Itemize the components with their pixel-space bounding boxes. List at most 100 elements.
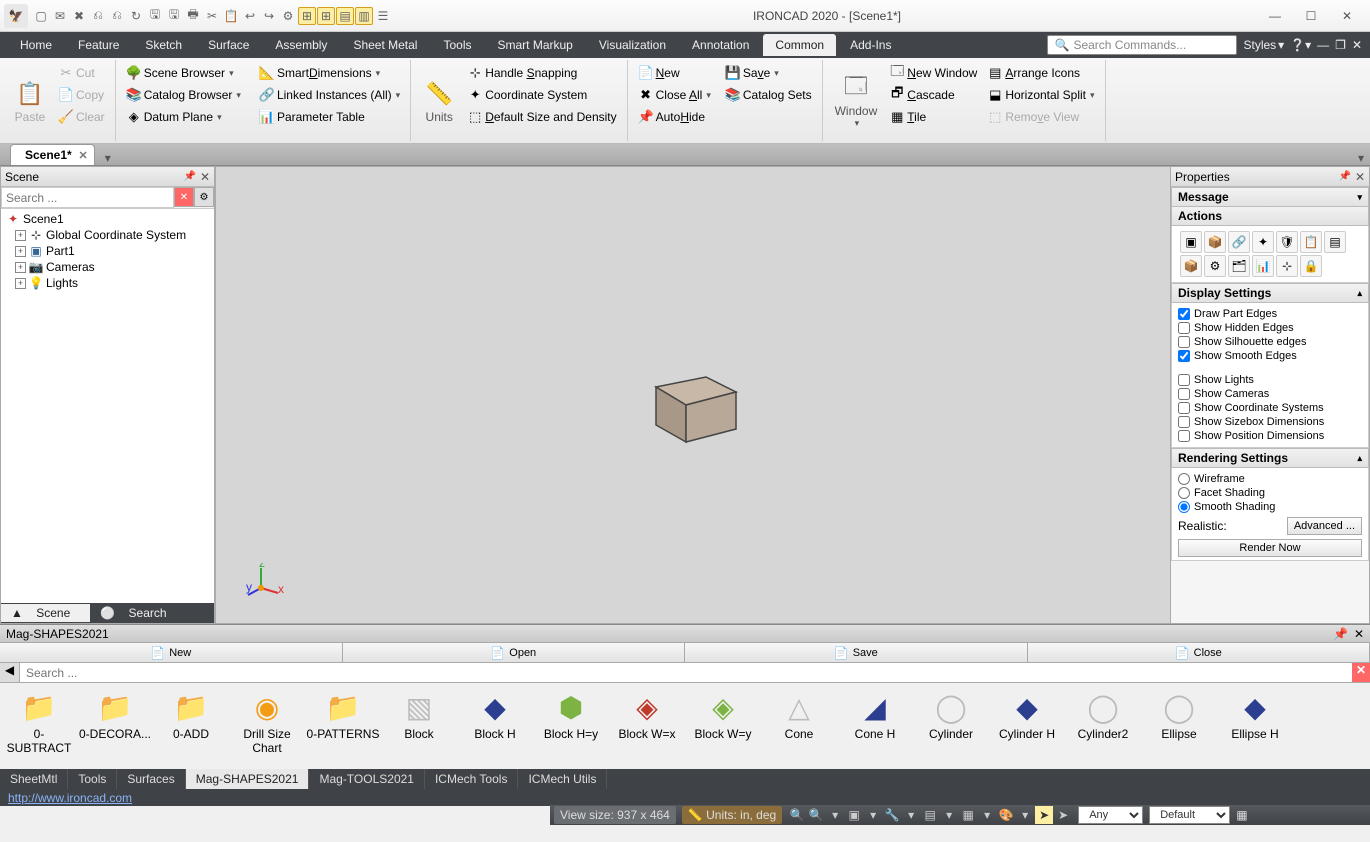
pin-icon[interactable]: 📌 [1333, 627, 1348, 641]
chk-show-position-dimensions[interactable]: Show Position Dimensions [1178, 430, 1362, 442]
panel-close-icon[interactable]: ✕ [1355, 170, 1365, 184]
radio-facet-shading[interactable]: Facet Shading [1178, 487, 1362, 499]
qat-button[interactable]: 🖶 [184, 7, 202, 25]
arrange-icons-btn[interactable]: ▤Arrange Icons [983, 62, 1098, 84]
catalog-item[interactable]: ⬢Block H=y [534, 687, 608, 765]
tabs-dd[interactable]: ▾ [1352, 151, 1370, 165]
catalog-op-save[interactable]: 📄Save [685, 643, 1028, 662]
action-icon[interactable]: 📊 [1252, 255, 1274, 277]
autohide-btn[interactable]: 📌AutoHide [634, 106, 715, 128]
catalog-item[interactable]: ◯Cylinder [914, 687, 988, 765]
catalog-item[interactable]: ◯Cylinder2 [1066, 687, 1140, 765]
dd-icon[interactable]: ▾ [978, 806, 996, 824]
grid-icon[interactable]: ▦ [1236, 808, 1247, 822]
action-icon[interactable]: 📋 [1300, 231, 1322, 253]
scenefoot-search[interactable]: ⚪ Search [90, 604, 186, 622]
action-icon[interactable]: ▣ [1180, 231, 1202, 253]
menu-add-ins[interactable]: Add-Ins [838, 34, 903, 56]
action-icon[interactable]: ⚙ [1204, 255, 1226, 277]
action-icon[interactable]: ⊹ [1276, 255, 1298, 277]
save-catalog-btn[interactable]: 💾Save▾ [721, 62, 816, 84]
styles-dropdown[interactable]: Styles ▾ [1243, 38, 1284, 52]
cursor-icon[interactable]: ➤ [1035, 806, 1053, 824]
linked-instances-btn[interactable]: 🔗Linked Instances (All)▾ [255, 84, 404, 106]
pin-icon[interactable]: 📌 [183, 171, 195, 182]
chk-show-coordinate-systems[interactable]: Show Coordinate Systems [1178, 402, 1362, 414]
menu-tools[interactable]: Tools [431, 34, 483, 56]
action-icon[interactable]: 🗂 [1228, 255, 1250, 277]
qat-button[interactable]: ⎌ [89, 7, 107, 25]
new-window-btn[interactable]: 🗔New Window [885, 62, 981, 84]
bottom-tab[interactable]: ICMech Tools [425, 769, 518, 789]
window-button[interactable]: 🗔Window▾ [829, 62, 884, 139]
bottom-tab[interactable]: Mag-TOOLS2021 [309, 769, 425, 789]
qat-button[interactable]: ✖ [70, 7, 88, 25]
datum-plane-btn[interactable]: ◈Datum Plane▾ [122, 106, 245, 128]
mdi-minimize[interactable]: — [1317, 38, 1329, 52]
chk-show-lights[interactable]: Show Lights [1178, 374, 1362, 386]
scene-search-input[interactable] [1, 187, 174, 208]
chk-show-silhouette-edges[interactable]: Show Silhouette edges [1178, 336, 1362, 348]
doc-tab[interactable]: Scene1*✕ [10, 144, 95, 165]
dd-icon[interactable]: ▾ [826, 806, 844, 824]
qat-button[interactable]: ✉ [51, 7, 69, 25]
qat-button[interactable]: ↩ [241, 7, 259, 25]
command-search[interactable]: 🔍 Search Commands... [1047, 35, 1237, 55]
bottom-tab[interactable]: ICMech Utils [518, 769, 607, 789]
tool-icon[interactable]: 🔧 [883, 806, 901, 824]
clear-button[interactable]: 🧹Clear [54, 106, 109, 128]
tree-node[interactable]: +💡Lights [3, 275, 212, 291]
close-button[interactable]: ✕ [1334, 9, 1360, 23]
app-icon[interactable]: 🦅 [4, 4, 28, 28]
qat-button[interactable]: ⊞ [317, 7, 335, 25]
catalog-item[interactable]: ◈Block W=x [610, 687, 684, 765]
radio-smooth-shading[interactable]: Smooth Shading [1178, 501, 1362, 513]
qat-button[interactable]: 📋 [222, 7, 240, 25]
bottom-tab[interactable]: Mag-SHAPES2021 [186, 769, 310, 789]
qat-button[interactable]: ⊞ [298, 7, 316, 25]
minimize-button[interactable]: — [1262, 9, 1288, 23]
parameter-table-btn[interactable]: 📊Parameter Table [255, 106, 404, 128]
horizontal-split-btn[interactable]: ⬓Horizontal Split▾ [983, 84, 1098, 106]
action-icon[interactable]: 🛡 [1276, 231, 1298, 253]
panel-close-icon[interactable]: ✕ [200, 170, 210, 184]
config-dropdown[interactable]: Default [1149, 806, 1230, 824]
qat-button[interactable]: 🖫 [146, 7, 164, 25]
render-now-button[interactable]: Render Now [1178, 539, 1362, 557]
mdi-close[interactable]: ✕ [1352, 38, 1362, 52]
chk-show-hidden-edges[interactable]: Show Hidden Edges [1178, 322, 1362, 334]
menu-home[interactable]: Home [8, 34, 64, 56]
chk-show-cameras[interactable]: Show Cameras [1178, 388, 1362, 400]
catalog-item[interactable]: ◆Cylinder H [990, 687, 1064, 765]
menu-sketch[interactable]: Sketch [133, 34, 194, 56]
catalog-op-open[interactable]: 📄Open [343, 643, 686, 662]
menu-visualization[interactable]: Visualization [587, 34, 678, 56]
action-icon[interactable]: 📦 [1180, 255, 1202, 277]
search-opts-icon[interactable]: ⚙ [194, 187, 214, 207]
tree-root[interactable]: ✦Scene1 [3, 211, 212, 227]
dd-icon[interactable]: ▾ [940, 806, 958, 824]
menu-surface[interactable]: Surface [196, 34, 261, 56]
qat-button[interactable]: ⎌ [108, 7, 126, 25]
handle-snapping-btn[interactable]: ⊹Handle Snapping [463, 62, 620, 84]
zoom-out-icon[interactable]: 🔍 [807, 806, 825, 824]
action-icon[interactable]: 🔒 [1300, 255, 1322, 277]
render-icon[interactable]: 🎨 [997, 806, 1015, 824]
menu-assembly[interactable]: Assembly [263, 34, 339, 56]
catalog-item[interactable]: 📁0-DECORA... [78, 687, 152, 765]
chk-show-sizebox-dimensions[interactable]: Show Sizebox Dimensions [1178, 416, 1362, 428]
bottom-tab[interactable]: SheetMtl [0, 769, 68, 789]
copy-button[interactable]: 📄Copy [54, 84, 109, 106]
cascade-btn[interactable]: 🗗Cascade [885, 84, 981, 106]
chk-show-smooth-edges[interactable]: Show Smooth Edges [1178, 350, 1362, 362]
tree-node[interactable]: +📷Cameras [3, 259, 212, 275]
chk-draw-part-edges[interactable]: Draw Part Edges [1178, 308, 1362, 320]
tab-close-icon[interactable]: ✕ [78, 149, 87, 162]
catalog-item[interactable]: 📁0-ADD [154, 687, 228, 765]
view-icon[interactable]: ▣ [845, 806, 863, 824]
bottom-tab[interactable]: Tools [68, 769, 117, 789]
dd-icon[interactable]: ▾ [1016, 806, 1034, 824]
radio-wireframe[interactable]: Wireframe [1178, 473, 1362, 485]
cursor2-icon[interactable]: ➤ [1054, 806, 1072, 824]
catalog-item[interactable]: ◆Ellipse H [1218, 687, 1292, 765]
